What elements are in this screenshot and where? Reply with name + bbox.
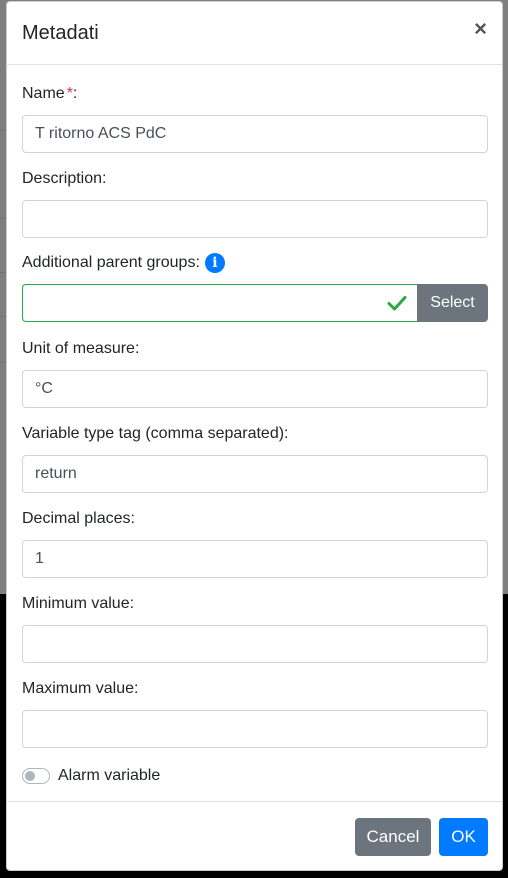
check-icon — [387, 296, 407, 311]
name-input[interactable]: T ritorno ACS PdC — [22, 115, 488, 153]
info-icon[interactable]: i — [204, 253, 225, 273]
parent-groups-field: Additional parent groups: i Select — [22, 253, 488, 322]
name-label-suffix: : — [72, 85, 78, 102]
type-tag-field: Variable type tag (comma separated): ret… — [22, 424, 488, 493]
parent-groups-label-text: Additional parent groups: — [22, 254, 200, 271]
modal-title: Metadati — [22, 22, 99, 44]
unit-field: Unit of measure: °C — [22, 339, 488, 408]
metadata-modal: Metadati × Name * : T ritorno ACS PdC De… — [6, 1, 503, 871]
parent-groups-input-group: Select — [22, 284, 488, 322]
select-button[interactable]: Select — [417, 284, 488, 322]
description-input[interactable] — [22, 200, 488, 238]
type-tag-label: Variable type tag (comma separated): — [22, 425, 289, 442]
max-value-input[interactable] — [22, 710, 488, 748]
max-value-field: Maximum value: — [22, 679, 488, 748]
unit-label: Unit of measure: — [22, 340, 140, 357]
description-field: Description: — [22, 169, 488, 238]
unit-input[interactable]: °C — [22, 370, 488, 408]
min-value-input[interactable] — [22, 625, 488, 663]
type-tag-input[interactable]: return — [22, 455, 488, 493]
close-button[interactable]: × — [474, 17, 487, 41]
decimals-input[interactable]: 1 — [22, 540, 488, 578]
toggle-knob — [25, 771, 35, 781]
cancel-button[interactable]: Cancel — [355, 818, 431, 856]
name-label-text: Name — [22, 85, 65, 102]
parent-groups-input[interactable] — [22, 284, 417, 322]
ok-button[interactable]: OK — [439, 818, 488, 856]
alarm-toggle-row: Alarm variable — [22, 766, 160, 786]
parent-groups-label: Additional parent groups: i — [22, 253, 488, 273]
min-value-label: Minimum value: — [22, 595, 135, 612]
name-label: Name * : — [22, 84, 488, 104]
description-label: Description: — [22, 170, 107, 187]
modal-header: Metadati × — [7, 2, 502, 65]
modal-footer: Cancel OK — [7, 801, 502, 871]
name-field: Name * : T ritorno ACS PdC — [22, 84, 488, 153]
min-value-field: Minimum value: — [22, 594, 488, 663]
max-value-label: Maximum value: — [22, 680, 139, 697]
alarm-label[interactable]: Alarm variable — [58, 766, 160, 786]
decimals-field: Decimal places: 1 — [22, 509, 488, 578]
alarm-toggle[interactable] — [22, 768, 50, 784]
decimals-label: Decimal places: — [22, 510, 135, 527]
